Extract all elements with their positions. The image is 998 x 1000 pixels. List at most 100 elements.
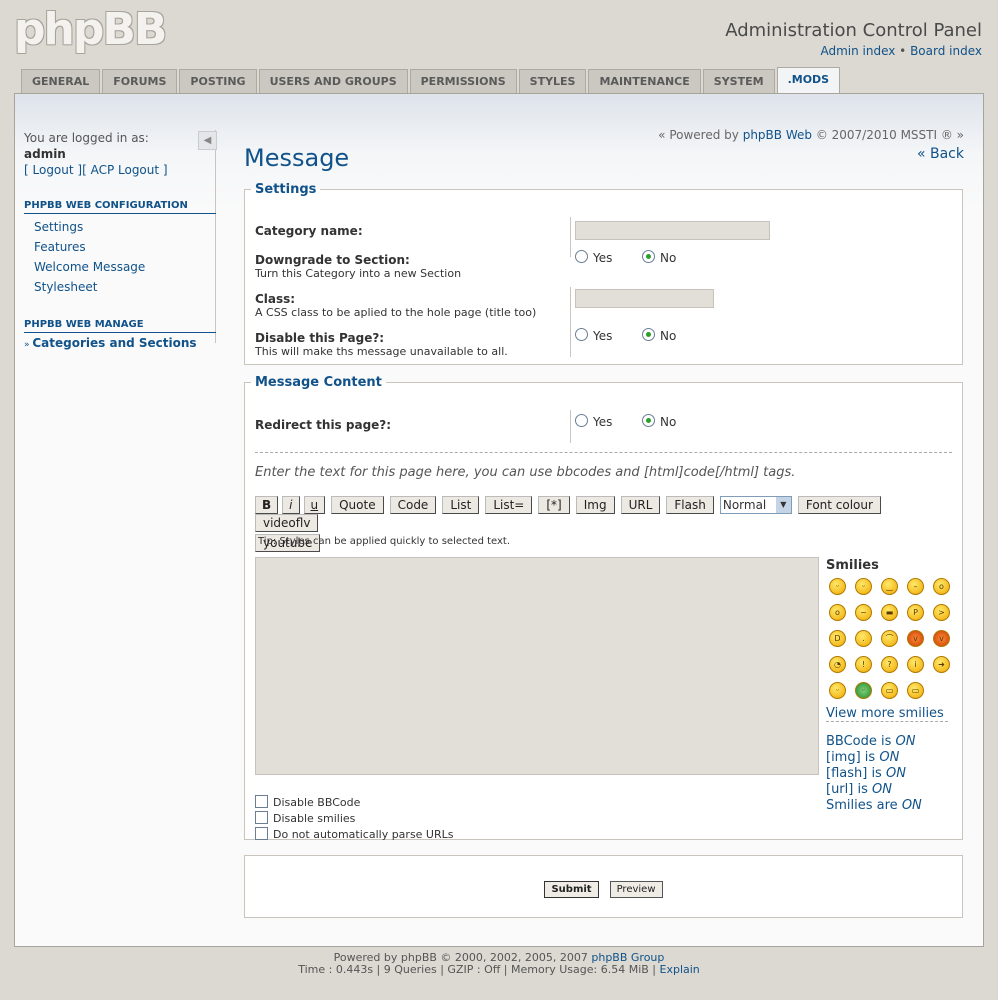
- toolbar-tip: Tip: Styles can be applied quickly to se…: [258, 536, 511, 547]
- sidebar-item-categories-and-sections[interactable]: Categories and Sections: [32, 333, 196, 353]
- tab-general[interactable]: GENERAL: [21, 69, 101, 93]
- smiley-wink-icon[interactable]: ‿: [881, 578, 898, 595]
- back-link[interactable]: « Back: [917, 146, 964, 162]
- smiley-surprised-icon[interactable]: o: [933, 578, 950, 595]
- config-menu-heading: PHPBB WEB CONFIGURATION: [24, 200, 216, 214]
- disable-page-radios: Yes No: [575, 328, 676, 343]
- font-colour-button[interactable]: Font colour: [797, 496, 881, 514]
- smiley-razz-icon[interactable]: D: [829, 630, 846, 647]
- smilies-title: Smilies: [826, 558, 879, 573]
- smiley-neutral-icon[interactable]: –: [907, 578, 924, 595]
- disable-smilies-option[interactable]: Disable smilies: [255, 811, 454, 827]
- smiley-rolleyes-icon[interactable]: ◔: [829, 656, 846, 673]
- tab-users-and-groups[interactable]: USERS AND GROUPS: [258, 69, 408, 93]
- downgrade-no-radio[interactable]: [642, 250, 656, 263]
- quote-button[interactable]: Quote: [331, 496, 384, 514]
- powered-prefix: « Powered by: [658, 128, 739, 142]
- bold-button[interactable]: B: [255, 496, 279, 514]
- downgrade-yes-radio[interactable]: [575, 250, 588, 263]
- italic-button[interactable]: i: [282, 496, 300, 514]
- tab-forums[interactable]: FORUMS: [102, 69, 178, 93]
- sidebar-item-stylesheet[interactable]: Stylesheet: [24, 277, 216, 297]
- videoflv-button[interactable]: videoflv: [255, 514, 319, 532]
- smiley-mad-icon[interactable]: >: [933, 604, 950, 621]
- img-button[interactable]: Img: [575, 496, 615, 514]
- link-separator: •: [899, 44, 907, 58]
- smiley-eek-icon[interactable]: o: [829, 604, 846, 621]
- code-button[interactable]: Code: [389, 496, 437, 514]
- smiley-tongue-icon[interactable]: P: [907, 604, 924, 621]
- submit-button[interactable]: Submit: [544, 881, 599, 898]
- category-name-input[interactable]: [575, 221, 770, 240]
- smiley-green-icon[interactable]: ᵕ: [855, 682, 872, 699]
- smiley-question-icon[interactable]: ?: [881, 656, 898, 673]
- disable-bbcode-checkbox[interactable]: [255, 795, 268, 808]
- tab-styles[interactable]: STYLES: [518, 69, 587, 93]
- smiley-idea-icon[interactable]: i: [907, 656, 924, 673]
- smiley-embarrassed-icon[interactable]: .: [855, 630, 872, 647]
- list-ordered-button[interactable]: List=: [485, 496, 533, 514]
- disable-smilies-checkbox[interactable]: [255, 811, 268, 824]
- admin-index-link[interactable]: Admin index: [820, 44, 895, 58]
- redirect-yes-radio[interactable]: [575, 414, 588, 427]
- redirect-yes-label: Yes: [593, 415, 613, 429]
- tab-maintenance[interactable]: MAINTENANCE: [588, 69, 701, 93]
- smiley-smile-icon[interactable]: ᵕ: [855, 578, 872, 595]
- smiley-mrgreen-icon[interactable]: ᵕ: [829, 682, 846, 699]
- settings-legend: Settings: [255, 182, 317, 197]
- preview-button[interactable]: Preview: [609, 881, 663, 898]
- chevron-down-icon: ▼: [775, 497, 791, 513]
- message-textarea[interactable]: [255, 557, 819, 775]
- editor-hint: Enter the text for this page here, you c…: [255, 465, 796, 480]
- settings-fieldset: Settings Category name: Downgrade to Sec…: [244, 182, 963, 365]
- phpbb-web-link[interactable]: phpBB Web: [743, 128, 812, 142]
- acp-title: Administration Control Panel: [725, 20, 982, 41]
- smiley-cool-icon[interactable]: ▬: [881, 604, 898, 621]
- redirect-no-radio[interactable]: [642, 414, 656, 427]
- flash-status-line: [flash] is ON: [826, 766, 906, 781]
- disable-urls-option[interactable]: Do not automatically parse URLs: [255, 827, 454, 843]
- smiley-evil-icon[interactable]: v: [907, 630, 924, 647]
- logout-links[interactable]: [ Logout ][ ACP Logout ]: [24, 162, 216, 178]
- sidebar-item-welcome-message[interactable]: Welcome Message: [24, 257, 216, 277]
- powered-by: « Powered by phpBB Web © 2007/2010 MSSTI…: [658, 128, 964, 142]
- tab-mods[interactable]: .MODS: [776, 67, 841, 93]
- redirect-no-label: No: [660, 415, 677, 429]
- url-button[interactable]: URL: [620, 496, 661, 514]
- list-item-button[interactable]: [*]: [538, 496, 570, 514]
- disable-bbcode-option[interactable]: Disable BBCode: [255, 795, 454, 811]
- smiley-arrow-icon[interactable]: ➜: [933, 656, 950, 673]
- smiley-grin-icon[interactable]: ᵕ: [829, 578, 846, 595]
- disable-urls-checkbox[interactable]: [255, 827, 268, 840]
- footer-line-2: Time : 0.443s | 9 Queries | GZIP : Off |…: [0, 963, 998, 976]
- bbcode-status-line: BBCode is ON: [826, 734, 916, 749]
- smiley-twisted-icon[interactable]: v: [933, 630, 950, 647]
- smiley-exclaim-icon[interactable]: !: [855, 656, 872, 673]
- message-content-fieldset: Message Content Redirect this page?: Yes…: [244, 375, 963, 843]
- underline-button[interactable]: u: [303, 496, 326, 514]
- list-button[interactable]: List: [442, 496, 480, 514]
- tab-permissions[interactable]: PERMISSIONS: [409, 69, 517, 93]
- tab-posting[interactable]: POSTING: [179, 69, 257, 93]
- img-status-line: [img] is ON: [826, 750, 900, 765]
- footer-debug: Time : 0.443s | 9 Queries | GZIP : Off |…: [298, 963, 656, 976]
- tab-system[interactable]: SYSTEM: [702, 69, 775, 93]
- class-input[interactable]: [575, 289, 714, 308]
- smiley-geek-icon[interactable]: ▭: [881, 682, 898, 699]
- board-index-link[interactable]: Board index: [910, 44, 982, 58]
- post-options: Disable BBCode Disable smilies Do not au…: [255, 795, 454, 843]
- url-status-line: [url] is ON: [826, 782, 892, 797]
- disable-yes-radio[interactable]: [575, 328, 588, 341]
- login-info: You are logged in as: admin [ Logout ][ …: [24, 130, 216, 178]
- disable-no-radio[interactable]: [642, 328, 656, 341]
- smiley-ugeek-icon[interactable]: ▭: [907, 682, 924, 699]
- smiley-confused-icon[interactable]: ~: [855, 604, 872, 621]
- sidebar-item-settings[interactable]: Settings: [24, 217, 216, 237]
- smiley-sad-icon[interactable]: ⌒: [881, 630, 898, 647]
- sidebar-item-features[interactable]: Features: [24, 237, 216, 257]
- font-size-select[interactable]: Normal ▼: [719, 496, 792, 514]
- submit-box: Submit Preview: [244, 855, 963, 918]
- view-more-smilies-link[interactable]: View more smilies: [826, 706, 948, 722]
- explain-link[interactable]: Explain: [660, 963, 700, 976]
- flash-button[interactable]: Flash: [666, 496, 714, 514]
